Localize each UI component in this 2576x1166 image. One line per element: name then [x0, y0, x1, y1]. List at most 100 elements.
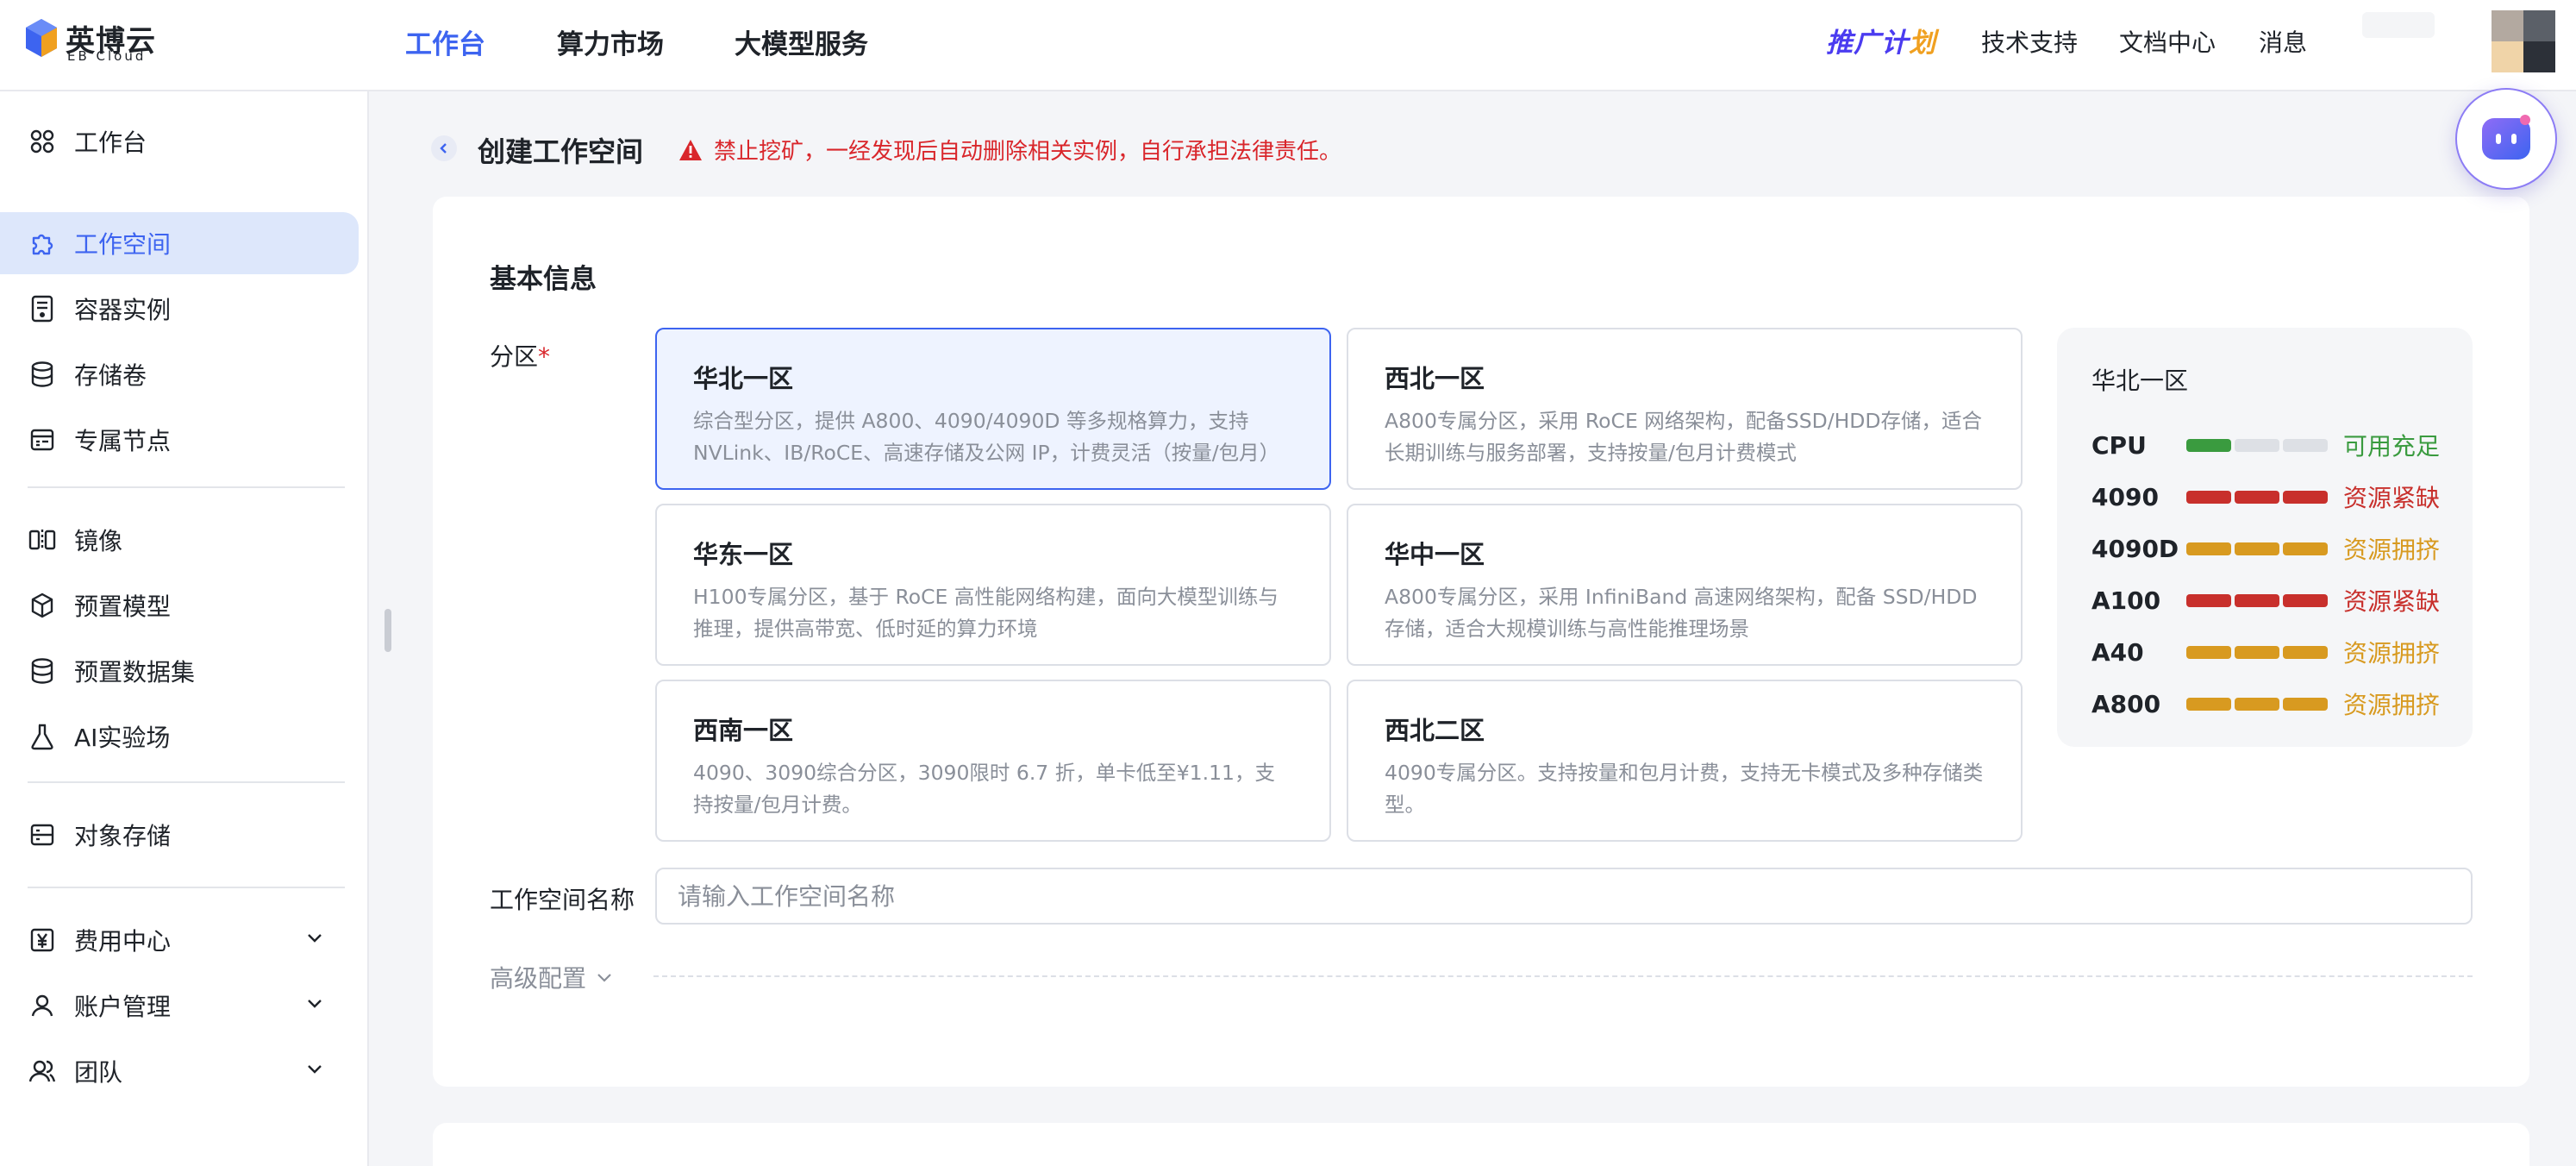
chevron-down-icon	[308, 934, 322, 943]
required-mark: *	[538, 342, 551, 371]
resource-row: A40 资源拥挤	[2091, 626, 2473, 678]
resource-status: 资源紧缺	[2343, 484, 2441, 512]
sidebar-divider	[28, 486, 345, 488]
bucket-icon	[28, 820, 57, 849]
puzzle-icon	[28, 229, 57, 258]
level-segment	[2235, 593, 2279, 607]
tech-support-link[interactable]: 技术支持	[1981, 24, 2078, 59]
status-panel-title: 华北一区	[2091, 367, 2189, 395]
resource-status: 资源拥挤	[2343, 639, 2441, 668]
sidebar-item-team[interactable]: 团队	[0, 1040, 359, 1102]
next-card	[433, 1123, 2529, 1166]
back-button[interactable]	[431, 135, 457, 161]
sidebar-item-label: 预置数据集	[74, 658, 196, 686]
level-segment	[2283, 697, 2328, 711]
sidebar-item-label: 团队	[74, 1058, 123, 1087]
resource-row: A800 资源拥挤	[2091, 678, 2473, 730]
region-desc: 综合型分区，提供 A800、4090/4090D 等多规格算力，支持 NVLin…	[693, 409, 1280, 465]
region-name: 华北一区	[693, 364, 794, 393]
level-segment	[2186, 490, 2231, 504]
resource-name: A100	[2091, 586, 2161, 615]
region-card-huabei-1[interactable]: 华北一区 综合型分区，提供 A800、4090/4090D 等多规格算力，支持 …	[655, 328, 1331, 490]
status-rows: CPU 可用充足 4090 资源紧缺 4090D 资源拥挤 A100 资源紧缺 A40 资源拥挤 A…	[2091, 419, 2473, 730]
sidebar-item-preset-model[interactable]: 预置模型	[0, 574, 359, 636]
region-card-huadong-1[interactable]: 华东一区 H100专属分区，基于 RoCE 高性能网络构建，面向大模型训练与推理…	[655, 504, 1331, 666]
sidebar: 工作台 工作空间 容器实例 存储卷 专属节点 镜像 预置模型 预置数据集 AI实…	[0, 91, 369, 1166]
resource-row: CPU 可用充足	[2091, 419, 2473, 471]
section-title: 基本信息	[490, 264, 597, 295]
resource-status: 资源拥挤	[2343, 536, 2441, 564]
messages-link[interactable]: 消息	[2259, 24, 2307, 59]
warning-banner: 禁止挖矿，一经发现后自动删除相关实例，自行承担法律责任。	[678, 134, 1341, 166]
resource-row: 4090 资源紧缺	[2091, 471, 2473, 523]
resource-name: A40	[2091, 637, 2144, 667]
sidebar-item-dedicated-node[interactable]: 专属节点	[0, 409, 359, 471]
region-desc: H100专属分区，基于 RoCE 高性能网络构建，面向大模型训练与推理，提供高带…	[693, 585, 1279, 641]
advanced-divider	[653, 975, 2473, 977]
region-card-huazhong-1[interactable]: 华中一区 A800专属分区，采用 InfiniBand 高速网络架构，配备 SS…	[1347, 504, 2023, 666]
avatar[interactable]	[2492, 10, 2555, 72]
topnav-workbench[interactable]: 工作台	[405, 22, 485, 61]
region-card-xibei-2[interactable]: 西北二区 4090专属分区。支持按量和包月计费，支持无卡模式及多种存储类型。	[1347, 680, 2023, 842]
level-segment	[2283, 438, 2328, 452]
level-segment	[2235, 490, 2279, 504]
sidebar-item-ai-lab[interactable]: AI实验场	[0, 705, 359, 768]
sidebar-item-image[interactable]: 镜像	[0, 509, 359, 571]
sidebar-item-preset-dataset[interactable]: 预置数据集	[0, 640, 359, 702]
top-header: 英博云 EB Cloud 工作台 算力市场 大模型服务 推广计划 技术支持 文档…	[0, 0, 2576, 91]
sidebar-item-object-storage[interactable]: 对象存储	[0, 804, 359, 866]
chevron-left-icon	[440, 143, 447, 154]
sidebar-item-account[interactable]: 账户管理	[0, 975, 359, 1037]
advanced-config-toggle[interactable]: 高级配置	[490, 960, 614, 994]
resource-status-panel: 华北一区 CPU 可用充足 4090 资源紧缺 4090D 资源拥挤 A100 资源紧缺 A40…	[2057, 328, 2473, 747]
topnav-llm-service[interactable]: 大模型服务	[735, 22, 868, 61]
warning-icon	[678, 138, 703, 162]
sidebar-item-container[interactable]: 容器实例	[0, 278, 359, 340]
region-desc: A800专属分区，采用 InfiniBand 高速网络架构，配备 SSD/HDD…	[1385, 585, 1978, 641]
level-segment	[2235, 645, 2279, 659]
docs-center-link[interactable]: 文档中心	[2119, 24, 2216, 59]
region-name: 华中一区	[1385, 540, 1485, 569]
level-segment	[2186, 697, 2231, 711]
sidebar-resize-handle[interactable]	[385, 609, 391, 652]
sidebar-divider	[28, 781, 345, 783]
level-segment	[2283, 542, 2328, 555]
sidebar-item-workbench[interactable]: 工作台	[0, 110, 359, 172]
region-desc: 4090、3090综合分区，3090限时 6.7 折，单卡低至¥1.11，支持按…	[693, 761, 1276, 817]
dataset-icon	[28, 656, 57, 686]
promo-plan-link[interactable]: 推广计划	[1826, 21, 1936, 60]
team-icon	[28, 1056, 57, 1086]
resource-level-bars	[2186, 438, 2328, 452]
sidebar-item-workspace[interactable]: 工作空间	[0, 212, 359, 274]
sidebar-item-label: 存储卷	[74, 361, 147, 390]
sidebar-item-label: AI实验场	[74, 724, 171, 752]
level-segment	[2186, 645, 2231, 659]
topnav-compute-market[interactable]: 算力市场	[557, 22, 664, 61]
region-name: 西北二区	[1385, 716, 1485, 745]
page-title: 创建工作空间	[478, 135, 644, 168]
sidebar-item-billing[interactable]: 费用中心	[0, 909, 359, 971]
container-icon	[28, 294, 57, 323]
resource-row: A100 资源紧缺	[2091, 574, 2473, 626]
chevron-down-icon	[308, 1065, 322, 1074]
sidebar-item-storage-volume[interactable]: 存储卷	[0, 343, 359, 405]
assistant-bot-button[interactable]	[2455, 88, 2557, 190]
cube-icon	[28, 591, 57, 620]
resource-level-bars	[2186, 645, 2328, 659]
resource-name: 4090	[2091, 482, 2159, 511]
region-name: 西北一区	[1385, 364, 1485, 393]
sidebar-item-label: 工作台	[74, 129, 147, 157]
workspace-name-input[interactable]	[655, 868, 2473, 925]
sidebar-item-label: 对象存储	[74, 822, 172, 850]
logo-mark-icon	[26, 19, 57, 57]
region-card-xibei-1[interactable]: 西北一区 A800专属分区，采用 RoCE 网络架构，配备SSD/HDD存储，适…	[1347, 328, 2023, 490]
region-desc: 4090专属分区。支持按量和包月计费，支持无卡模式及多种存储类型。	[1385, 761, 1984, 817]
resource-status: 可用充足	[2343, 432, 2441, 461]
level-segment	[2235, 697, 2279, 711]
robot-icon	[2482, 115, 2530, 160]
grid-icon	[28, 127, 57, 156]
region-card-xinan-1[interactable]: 西南一区 4090、3090综合分区，3090限时 6.7 折，单卡低至¥1.1…	[655, 680, 1331, 842]
resource-status: 资源拥挤	[2343, 691, 2441, 719]
logo[interactable]: 英博云 EB Cloud	[24, 17, 162, 66]
resource-level-bars	[2186, 697, 2328, 711]
